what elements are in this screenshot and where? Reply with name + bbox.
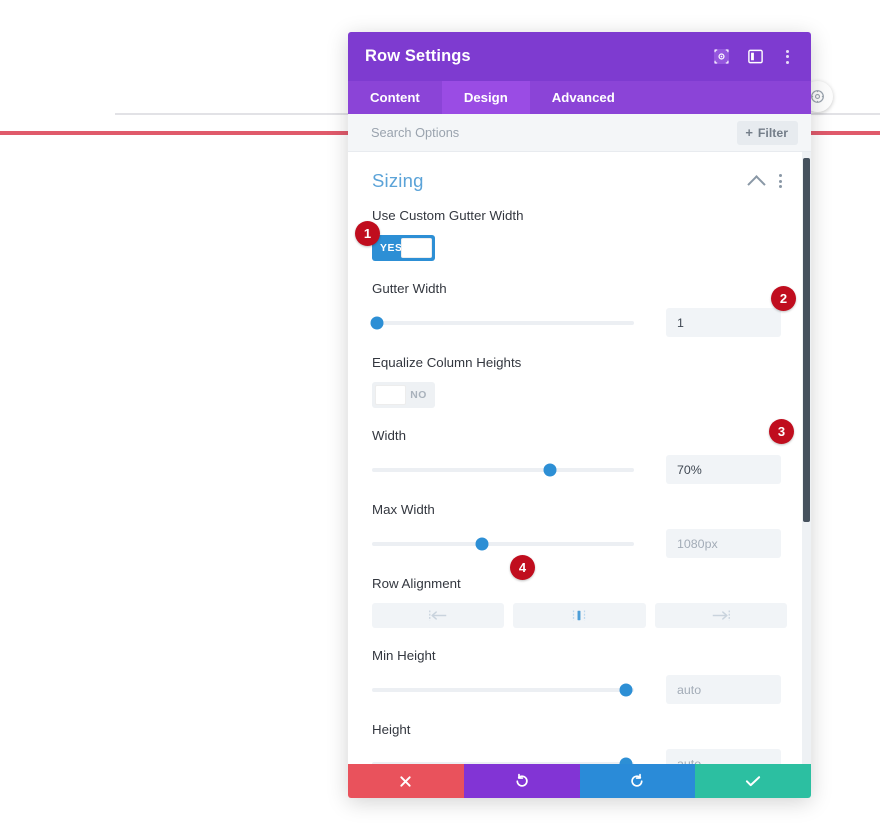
more-options-icon[interactable] bbox=[781, 49, 794, 64]
toggle-knob bbox=[401, 238, 432, 258]
align-right-icon bbox=[712, 610, 730, 621]
section-title: Sizing bbox=[372, 170, 424, 191]
slider-handle[interactable] bbox=[475, 537, 489, 550]
slider-handle[interactable] bbox=[543, 463, 557, 476]
screen-root: Row Settings Content Design Advanced Sea… bbox=[0, 0, 880, 838]
modal-header: Row Settings bbox=[348, 32, 811, 81]
scrollbar-track[interactable] bbox=[802, 152, 811, 764]
input-max-width[interactable] bbox=[666, 529, 781, 558]
toggle-knob bbox=[375, 385, 406, 405]
sizing-section-header: Sizing bbox=[372, 170, 787, 194]
field-label: Min Height bbox=[372, 648, 436, 663]
field-gutter-width: Gutter Width bbox=[370, 281, 787, 337]
field-label: Max Width bbox=[372, 502, 435, 517]
slider-height[interactable] bbox=[372, 757, 634, 764]
tab-advanced[interactable]: Advanced bbox=[530, 81, 637, 114]
undo-button[interactable] bbox=[463, 764, 580, 798]
chevron-up-icon[interactable] bbox=[747, 174, 766, 194]
field-max-width: Max Width bbox=[372, 502, 787, 558]
undo-icon bbox=[516, 773, 528, 787]
slider-width[interactable] bbox=[372, 463, 634, 476]
field-label: Equalize Column Heights bbox=[372, 355, 522, 370]
align-left-icon bbox=[429, 610, 447, 621]
redo-icon bbox=[631, 773, 643, 787]
field-use-custom-gutter-width: Use Custom Gutter Width YES bbox=[372, 208, 787, 261]
align-right-button[interactable] bbox=[654, 603, 787, 628]
align-center-icon bbox=[573, 610, 586, 621]
page-title: Row Settings bbox=[365, 47, 471, 65]
field-row-alignment: Row Alignment bbox=[372, 576, 787, 628]
search-bar: + Filter bbox=[348, 114, 811, 152]
layout-panel-icon[interactable] bbox=[747, 48, 764, 65]
section-more-options-icon[interactable] bbox=[774, 174, 787, 188]
annotation-badge-4: 4 bbox=[510, 555, 535, 580]
toggle-use-custom-gutter-width[interactable]: YES bbox=[372, 235, 435, 261]
save-button[interactable] bbox=[695, 764, 811, 798]
annotation-badge-3: 3 bbox=[769, 419, 794, 444]
row-settings-modal: Row Settings Content Design Advanced Sea… bbox=[348, 32, 811, 798]
scrollbar-thumb[interactable] bbox=[803, 158, 810, 522]
field-label: Gutter Width bbox=[372, 281, 447, 296]
gear-icon bbox=[811, 90, 824, 103]
field-width: Width bbox=[372, 428, 787, 484]
settings-scroll-area: Sizing Use Custom Gutter Width YES Gutte… bbox=[348, 152, 811, 764]
field-min-height: Min Height bbox=[372, 648, 787, 704]
slider-handle[interactable] bbox=[619, 683, 633, 696]
slider-min-height[interactable] bbox=[372, 683, 634, 696]
field-height: Height bbox=[372, 722, 787, 764]
annotation-badge-1: 1 bbox=[355, 221, 380, 246]
slider-handle[interactable] bbox=[370, 316, 384, 329]
field-equalize-column-heights: Equalize Column Heights NO bbox=[372, 355, 787, 408]
align-left-button[interactable] bbox=[372, 603, 505, 628]
plus-icon: + bbox=[745, 125, 753, 140]
close-icon bbox=[400, 775, 412, 787]
field-label: Width bbox=[372, 428, 406, 443]
input-width[interactable] bbox=[666, 455, 781, 484]
redo-button[interactable] bbox=[579, 764, 696, 798]
slider-max-width[interactable] bbox=[372, 537, 634, 550]
check-icon bbox=[746, 776, 761, 787]
field-label: Use Custom Gutter Width bbox=[372, 208, 524, 223]
slider-gutter-width[interactable] bbox=[370, 316, 634, 329]
input-height[interactable] bbox=[666, 749, 781, 764]
toggle-state-label: NO bbox=[410, 389, 427, 401]
input-gutter-width[interactable] bbox=[666, 308, 781, 337]
search-input[interactable] bbox=[371, 125, 738, 140]
tab-content[interactable]: Content bbox=[348, 81, 442, 114]
tab-bar: Content Design Advanced bbox=[348, 81, 811, 114]
field-label: Height bbox=[372, 722, 411, 737]
cancel-button[interactable] bbox=[348, 764, 464, 798]
field-label: Row Alignment bbox=[372, 576, 461, 591]
align-center-button[interactable] bbox=[513, 603, 646, 628]
input-min-height[interactable] bbox=[666, 675, 781, 704]
toggle-equalize-column-heights[interactable]: NO bbox=[372, 382, 435, 408]
modal-footer bbox=[348, 764, 811, 798]
filter-button-label: Filter bbox=[757, 125, 788, 140]
filter-button[interactable]: + Filter bbox=[737, 120, 798, 145]
slider-handle[interactable] bbox=[619, 757, 633, 764]
header-icon-group bbox=[713, 48, 794, 65]
tab-design[interactable]: Design bbox=[441, 81, 530, 114]
annotation-badge-2: 2 bbox=[771, 286, 796, 311]
focus-target-icon[interactable] bbox=[713, 48, 730, 65]
